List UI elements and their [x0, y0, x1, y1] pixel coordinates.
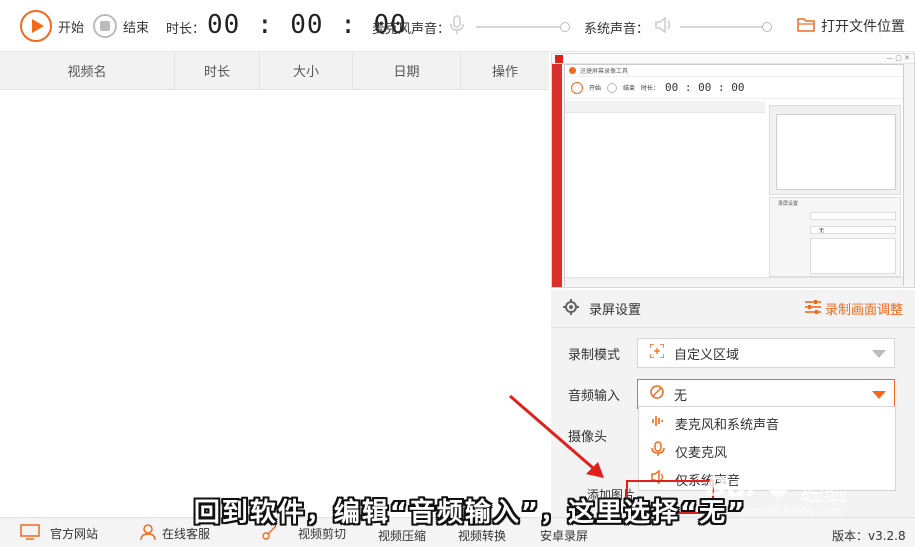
- video-list-body: [0, 90, 549, 517]
- play-icon: [20, 10, 52, 42]
- audio-input-select[interactable]: 无: [637, 379, 895, 409]
- open-folder-button[interactable]: 打开文件位置: [797, 16, 905, 36]
- adjust-label: 录制画面调整: [824, 303, 903, 318]
- system-volume-knob[interactable]: [762, 22, 772, 32]
- video-convert-link[interactable]: 视频转换: [458, 527, 506, 544]
- system-volume-slider[interactable]: [680, 22, 772, 32]
- preview-play-icon: [571, 81, 583, 94]
- audio-input-value: 无: [674, 388, 688, 404]
- chevron-down-icon: [872, 350, 886, 358]
- preview-nested-settings: 录屏设置 无: [769, 197, 901, 277]
- mic-label: 麦克风声音：: [372, 22, 451, 37]
- sound-wave-icon: [651, 414, 665, 432]
- video-compress-link[interactable]: 视频压缩: [378, 527, 426, 544]
- system-sound-label: 系统声音：: [584, 22, 650, 37]
- annotation-arrow-icon: [509, 394, 604, 478]
- option-mic-only-label: 仅麦克风: [675, 445, 728, 461]
- region-icon: [649, 343, 665, 362]
- preview-audio-none: 无: [819, 228, 825, 234]
- gear-icon: [563, 298, 579, 319]
- preview-inner-logo-icon: [569, 67, 576, 74]
- preview-inner-title: 迅捷屏幕录像工具: [580, 68, 629, 75]
- open-folder-label: 打开文件位置: [821, 19, 905, 35]
- preview-inner-window: 迅捷屏幕录像工具 开始 结束 时长： 00 : 00 : 00 录屏设置 无: [564, 64, 904, 286]
- stop-icon: [93, 14, 117, 38]
- preview-settings-title: 录屏设置: [778, 201, 799, 207]
- none-icon: [650, 385, 664, 403]
- subtitle-caption: 回到软件，编辑“音频输入”，这里选择“无”: [193, 498, 747, 528]
- monitor-icon: [20, 524, 40, 543]
- preview-list-header: [565, 101, 765, 113]
- preview-app-icon: [555, 55, 563, 63]
- preview-time: 00 : 00 : 00: [665, 81, 745, 94]
- column-header-size[interactable]: 大小: [260, 52, 353, 89]
- record-mode-label: 录制模式: [568, 347, 621, 363]
- column-header-duration[interactable]: 时长: [175, 52, 260, 89]
- end-button[interactable]: 结束: [93, 14, 149, 38]
- record-mode-select[interactable]: 自定义区域: [637, 338, 895, 368]
- speaker-icon: [655, 16, 673, 37]
- adjust-button[interactable]: 录制画面调整: [804, 299, 903, 318]
- column-header-date[interactable]: 日期: [353, 52, 461, 89]
- recording-preview: — ▢ ✕ 迅捷屏幕录像工具 开始 结束 时长： 00 : 00 : 00 录屏…: [551, 53, 915, 288]
- watermark-suffix: 经验: [800, 478, 848, 506]
- column-header-actions[interactable]: 操作: [461, 52, 549, 89]
- record-mode-row: 录制模式 自定义区域: [551, 338, 895, 368]
- preview-bottombar: [565, 277, 903, 286]
- paw-icon: ●: [768, 472, 789, 500]
- option-mic-and-system-label: 麦克风和系统声音: [675, 417, 780, 433]
- preview-start-label: 开始: [589, 85, 602, 92]
- option-mic-only[interactable]: 仅麦克风: [639, 437, 895, 465]
- duration-label: 时长：: [166, 22, 206, 37]
- settings-header: 录屏设置 录制画面调整: [551, 290, 915, 328]
- preview-sidebar: [552, 64, 562, 287]
- video-list-header: 视频名 时长 大小 日期 操作: [0, 52, 549, 90]
- preview-duration-label: 时长：: [641, 85, 660, 92]
- option-mic-and-system[interactable]: 麦克风和系统声音: [639, 409, 895, 437]
- toolbar: 开始 结束 时长： 00 : 00 : 00 麦克风声音： 系统声音： 打开文件…: [0, 0, 915, 52]
- android-record-link[interactable]: 安卓录屏: [540, 527, 588, 544]
- start-label: 开始: [58, 20, 85, 36]
- mic-icon: [651, 441, 665, 461]
- sliders-icon: [804, 299, 821, 318]
- preview-inner-titlebar: 迅捷屏幕录像工具: [565, 65, 903, 77]
- preview-window-controls: — ▢ ✕: [886, 54, 910, 62]
- end-label: 结束: [123, 20, 150, 36]
- preview-stop-icon: [607, 82, 618, 93]
- preview-titlebar: — ▢ ✕: [552, 54, 914, 64]
- website-label: 官方网站: [50, 527, 99, 541]
- website-link[interactable]: 官方网站: [20, 524, 98, 543]
- preview-nested-preview: [769, 105, 901, 195]
- mic-volume-slider[interactable]: [476, 22, 570, 32]
- folder-icon: [797, 16, 815, 36]
- chevron-down-icon: [872, 391, 886, 399]
- column-header-name[interactable]: 视频名: [0, 52, 175, 89]
- settings-title: 录屏设置: [589, 303, 642, 318]
- record-mode-value: 自定义区域: [674, 347, 740, 363]
- mic-volume-knob[interactable]: [560, 22, 570, 32]
- user-icon: [140, 524, 156, 543]
- start-button[interactable]: 开始: [20, 10, 84, 42]
- preview-inner-toolbar: 开始 结束 时长： 00 : 00 : 00: [565, 77, 903, 99]
- version-label: 版本：v3.2.8: [832, 529, 906, 543]
- mic-icon: [450, 15, 464, 39]
- preview-end-label: 结束: [623, 85, 636, 92]
